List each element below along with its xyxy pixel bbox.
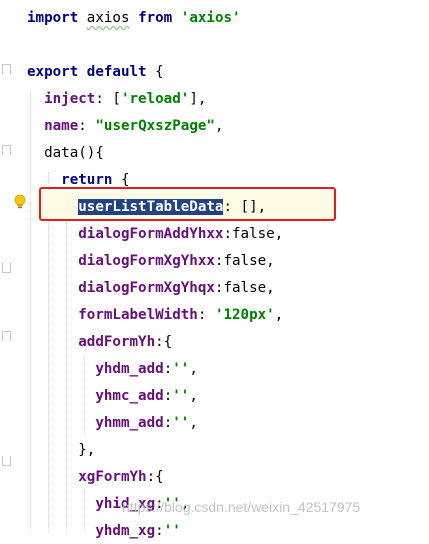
code-token: '' (172, 361, 190, 377)
code-line[interactable]: yhmm_add:'', (27, 410, 198, 436)
code-token: dialogFormAddYhxx (78, 226, 224, 242)
code-token: :false, (223, 226, 284, 242)
code-token: :false, (214, 280, 275, 296)
code-token: yhmm_add (95, 415, 164, 431)
code-token: : [ (95, 91, 121, 107)
code-line[interactable]: dialogFormXgYhqx:false, (27, 275, 275, 301)
code-token: : (197, 307, 215, 323)
code-token: default (86, 64, 147, 80)
code-token: :{ (146, 469, 164, 485)
code-token: '' (163, 523, 181, 539)
code-token: 'reload' (120, 91, 190, 107)
code-token: yhdm_add (95, 361, 164, 377)
code-line[interactable]: yhmc_add:'', (27, 383, 198, 409)
code-line[interactable]: import axios from 'axios' (27, 5, 241, 31)
code-token: :{ (155, 334, 173, 350)
code-token: formLabelWidth (78, 307, 198, 323)
code-line[interactable]: inject: ['reload'], (27, 86, 206, 112)
code-line[interactable]: name: "userQxszPage", (27, 113, 224, 139)
annotation-highlight-box (39, 187, 336, 221)
code-line[interactable]: formLabelWidth: '120px', (27, 302, 283, 328)
fold-marker-icon[interactable] (2, 64, 11, 74)
fold-marker-icon[interactable] (2, 263, 11, 273)
code-token: (){ (78, 145, 104, 161)
fold-marker-icon[interactable] (2, 331, 11, 341)
code-token: : (163, 415, 173, 431)
code-token: : (163, 388, 173, 404)
code-token: '' (172, 388, 190, 404)
code-line[interactable]: xgFormYh:{ (27, 464, 164, 490)
code-token: dialogFormXgYhxx (78, 253, 215, 269)
code-token: inject (44, 91, 96, 107)
code-token: data (44, 145, 79, 161)
code-token: "userQxszPage" (95, 118, 215, 134)
code-token: : (78, 118, 96, 134)
code-line[interactable]: data(){ (27, 140, 104, 166)
code-token: { (112, 172, 130, 188)
code-token: xgFormYh (78, 469, 147, 485)
code-token: export (27, 64, 79, 80)
code-token: , (189, 361, 198, 377)
code-token: yhdm_xg (95, 523, 156, 539)
fold-marker-icon[interactable] (2, 456, 11, 466)
code-token: : (155, 523, 164, 539)
code-token: axios (86, 10, 130, 26)
code-token: '' (172, 415, 190, 431)
code-token: import (27, 10, 79, 26)
code-token: return (61, 172, 113, 188)
code-token: }, (78, 442, 96, 458)
code-token: , (189, 415, 198, 431)
code-token: :false, (214, 253, 275, 269)
lightbulb-icon[interactable] (14, 194, 26, 210)
code-token: 'axios' (180, 10, 241, 26)
code-token: , (189, 388, 198, 404)
code-line[interactable]: yhdm_add:'', (27, 356, 198, 382)
fold-marker-icon[interactable] (2, 145, 11, 155)
watermark: https://blog.csdn.net/weixin_42517975 (122, 499, 361, 515)
code-token: '120px' (214, 307, 275, 323)
code-token: , (214, 118, 224, 134)
code-token: addFormYh (78, 334, 156, 350)
code-token: from (138, 10, 173, 26)
code-token: : (163, 361, 173, 377)
code-token: yhmc_add (95, 388, 164, 404)
code-line[interactable]: dialogFormXgYhxx:false, (27, 248, 275, 274)
code-token: { (146, 64, 164, 80)
code-line[interactable]: yhdm_xg:'' (27, 518, 181, 544)
code-token: , (274, 307, 284, 323)
code-token: ], (189, 91, 207, 107)
code-token: name (44, 118, 79, 134)
code-line[interactable]: addFormYh:{ (27, 329, 172, 355)
code-token: dialogFormXgYhqx (78, 280, 215, 296)
code-line[interactable]: export default { (27, 59, 164, 85)
code-line[interactable]: dialogFormAddYhxx:false, (27, 221, 283, 247)
code-line[interactable]: }, (27, 437, 95, 463)
